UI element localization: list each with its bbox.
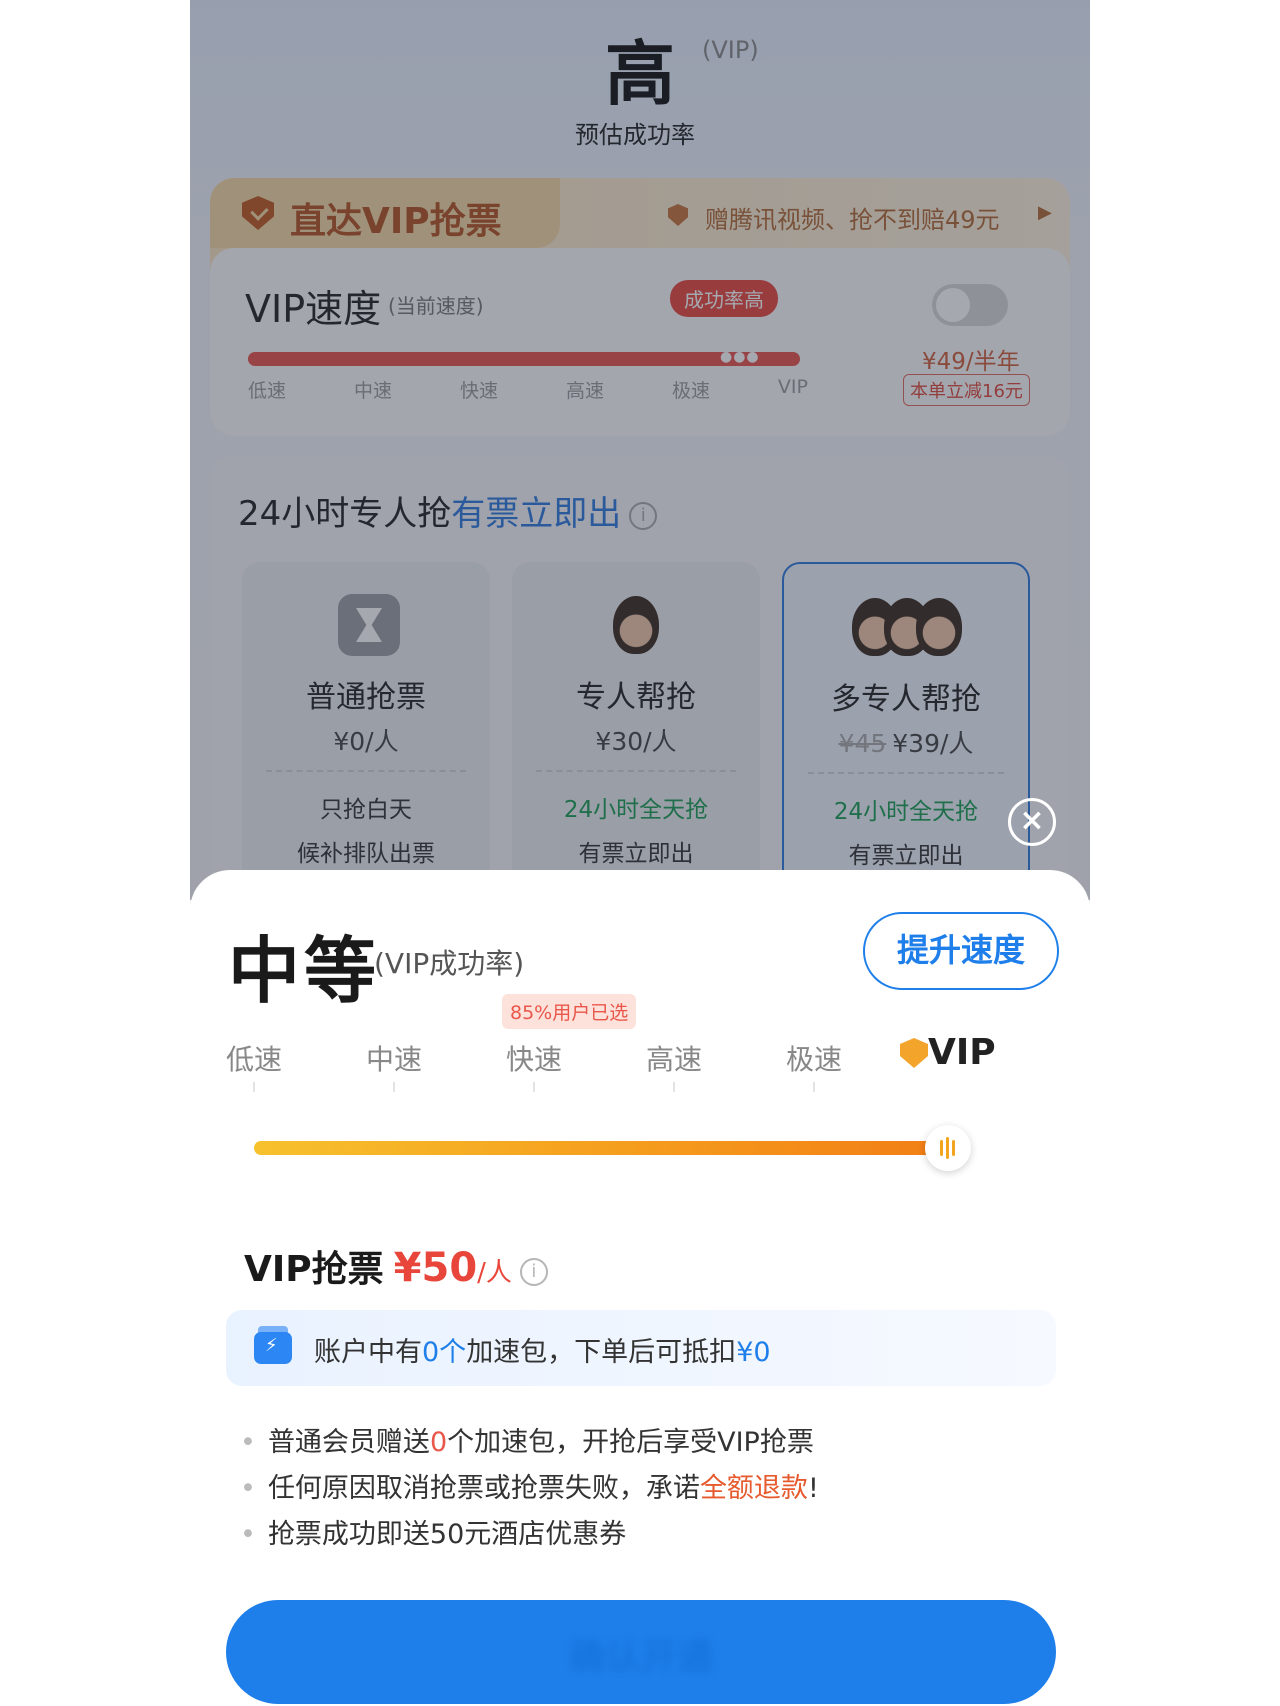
speed-slider-handle[interactable] [925, 1125, 971, 1171]
tier-label[interactable]: 中速 [334, 1038, 454, 1078]
account-count: 0个 [422, 1337, 467, 1368]
account-speed-pack: 账户中有0个加速包，下单后可抵扣¥0 [226, 1310, 1056, 1386]
benefit-item: 任何原因取消抢票或抢票失败，承诺全额退款! [240, 1466, 819, 1512]
tier-tick [253, 1082, 255, 1092]
tier-tick [533, 1082, 535, 1092]
tier-tick [393, 1082, 395, 1092]
benefit-list: 普通会员赠送0个加速包，开抢后享受VIP抢票 任何原因取消抢票或抢票失败，承诺全… [240, 1420, 819, 1558]
boost-speed-button[interactable]: 提升速度 [863, 912, 1059, 990]
sheet-rate-label: (VIP成功率) [374, 947, 525, 980]
info-icon[interactable]: i [519, 1258, 548, 1286]
phone-screen: 高 (VIP) 预估成功率 直达VIP抢票 赠腾讯视频、抢不到赔49元 ▶ VI… [190, 0, 1090, 1706]
price-amount: ¥50 [393, 1245, 478, 1291]
speed-slider-track[interactable] [254, 1141, 936, 1155]
benefit-item: 抢票成功即送50元酒店优惠券 [240, 1512, 819, 1558]
price-unit: /人 [477, 1258, 512, 1288]
account-amount: ¥0 [736, 1337, 771, 1368]
popular-badge: 85%用户已选 [502, 994, 637, 1029]
account-prefix: 账户中有 [314, 1337, 422, 1368]
speed-sheet: 中等 (VIP成功率) 提升速度 85%用户已选 低速 中速 快速 高速 极速 … [190, 870, 1090, 1706]
tier-label[interactable]: 极速 [754, 1038, 874, 1078]
price-title: VIP抢票 [244, 1249, 384, 1290]
tier-label[interactable]: 快速 [474, 1038, 594, 1078]
benefit-item: 普通会员赠送0个加速包，开抢后享受VIP抢票 [240, 1420, 819, 1466]
vip-badge-icon [900, 1038, 928, 1068]
speed-pack-icon [254, 1326, 292, 1364]
tier-tick [813, 1082, 815, 1092]
confirm-button[interactable]: 确认开通 [226, 1600, 1056, 1704]
tier-label[interactable]: 高速 [614, 1038, 734, 1078]
account-text: 账户中有0个加速包，下单后可抵扣¥0 [314, 1330, 771, 1369]
tier-label[interactable]: 低速 [194, 1038, 314, 1078]
confirm-button-label: 确认开通 [568, 1637, 713, 1678]
tier-label-vip[interactable]: VIP [928, 1032, 996, 1073]
price-row: VIP抢票 ¥50/人 i [244, 1240, 548, 1292]
account-middle: 加速包，下单后可抵扣 [466, 1337, 737, 1368]
close-icon[interactable]: × [1008, 798, 1056, 846]
modal-backdrop[interactable] [190, 0, 1090, 900]
tier-tick [673, 1082, 675, 1092]
sheet-rate-value: 中等 [228, 929, 381, 1013]
